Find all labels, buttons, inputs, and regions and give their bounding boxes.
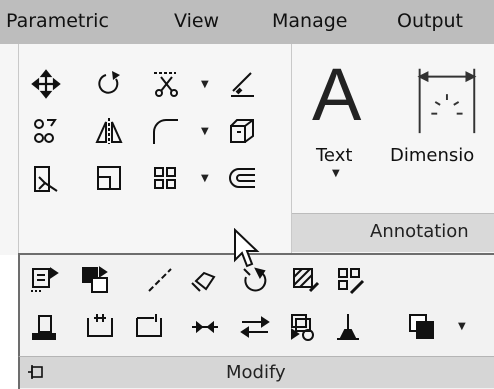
pin-icon[interactable]: [28, 363, 46, 381]
chevron-down-icon[interactable]: ▼: [201, 79, 209, 90]
stretch-icon[interactable]: [27, 263, 61, 297]
panel-divider: [18, 44, 19, 255]
trim-extend-icon[interactable]: [148, 67, 182, 101]
draw-order-icon[interactable]: [405, 310, 439, 344]
set-base-icon[interactable]: [331, 310, 365, 344]
copy-properties-icon[interactable]: [78, 263, 112, 297]
annotation-panel-title: Annotation: [370, 221, 469, 242]
annotation-panel-title-bar[interactable]: Annotation: [292, 213, 494, 252]
ribbon-tab-bar: Parametric View Manage Output: [0, 0, 494, 44]
array-icon[interactable]: [148, 161, 182, 195]
chevron-down-icon[interactable]: ▼: [201, 126, 209, 137]
explode-icon[interactable]: [188, 263, 222, 297]
move-icon[interactable]: [29, 67, 63, 101]
chevron-down-icon[interactable]: ▼: [201, 173, 209, 184]
join-icon[interactable]: [225, 161, 259, 195]
tab-view[interactable]: View: [174, 10, 219, 32]
modify-panel-title: Modify: [226, 362, 286, 383]
line-icon[interactable]: [143, 263, 177, 297]
mouse-cursor-icon: [234, 228, 260, 268]
edit-hatch-icon[interactable]: [288, 263, 322, 297]
copy-icon[interactable]: [29, 114, 63, 148]
overkill-icon[interactable]: [286, 310, 320, 344]
dimension-icon[interactable]: [405, 60, 485, 140]
tab-parametric[interactable]: Parametric: [6, 10, 109, 32]
mirror-icon[interactable]: [92, 114, 126, 148]
break-icon[interactable]: [83, 310, 117, 344]
scale-icon[interactable]: [92, 161, 126, 195]
align-bottom-icon[interactable]: [27, 310, 61, 344]
rotate-icon[interactable]: [92, 67, 126, 101]
modify-panel-title-bar[interactable]: Modify: [18, 356, 494, 388]
swap-icon[interactable]: [238, 310, 272, 344]
array-3d-icon[interactable]: [225, 114, 259, 148]
tab-output[interactable]: Output: [397, 10, 463, 32]
offset-icon[interactable]: [225, 67, 259, 101]
fillet-icon[interactable]: [148, 114, 182, 148]
edit-array-icon[interactable]: [333, 263, 367, 297]
text-label[interactable]: Text: [316, 145, 352, 166]
tab-manage[interactable]: Manage: [272, 10, 347, 32]
chevron-down-icon[interactable]: ▼: [332, 168, 340, 179]
join-line-icon[interactable]: [188, 310, 222, 344]
text-icon[interactable]: A: [312, 58, 361, 132]
dimension-label[interactable]: Dimensio: [390, 145, 474, 166]
align-icon[interactable]: [29, 161, 63, 195]
break-at-point-icon[interactable]: [132, 310, 166, 344]
chevron-down-icon[interactable]: ▼: [458, 321, 466, 332]
